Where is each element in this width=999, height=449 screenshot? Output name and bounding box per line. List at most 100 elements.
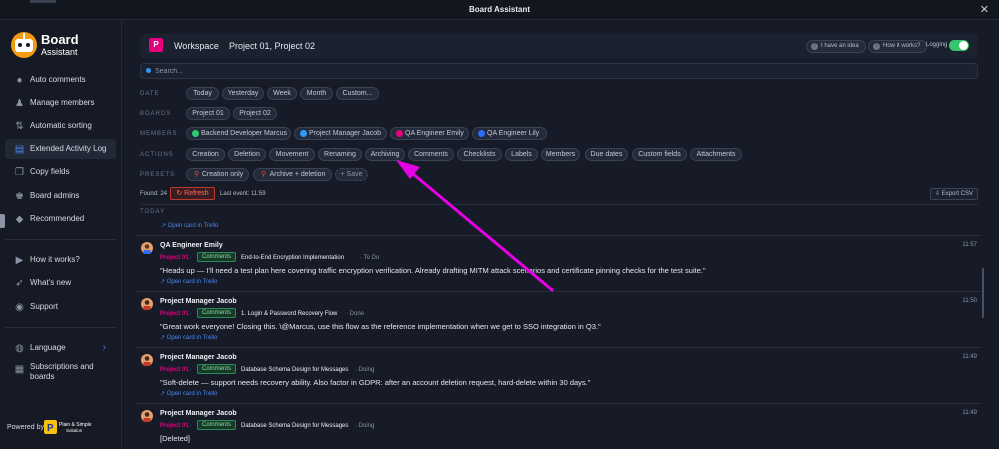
idea-button[interactable]: ! I have an idea [806,40,866,53]
feed-entry: Project Manager Jacob 11:50 Project 01 ·… [136,291,982,347]
main-panel: P Workspace Project 01, Project 02 ! I h… [122,20,999,449]
preset-chip-creation-only[interactable]: ⚲ Creation only [186,168,249,181]
actions-filter-label: ACTIONS [140,152,174,158]
close-icon[interactable]: ✕ [980,3,989,16]
entry-type-badge: Comments [197,308,237,318]
sidebar-item-support[interactable]: ◉ Support [5,297,116,317]
activity-feed: ↗ Open card in Trello QA Engineer Emily … [136,217,982,449]
bulb-icon: ! [811,43,818,50]
action-chip-labels[interactable]: Labels [505,148,538,161]
member-chip-label: QA Engineer Lily [487,130,540,137]
action-chip-renaming[interactable]: Renaming [318,148,362,161]
search-input[interactable] [155,65,955,77]
entry-status-text: Doing [358,423,375,429]
member-chip-marcus[interactable]: Backend Developer Marcus [186,127,291,140]
entry-project: Project 01 [160,423,189,429]
open-card-link[interactable]: ↗ Open card in Trello [160,334,217,341]
how-it-works-button[interactable]: i How it works? [868,40,928,53]
preset-chip-archive-deletion[interactable]: ⚲ Archive + deletion [253,168,332,181]
entry-status-text: Doing [358,367,375,373]
plain-simple-logo-icon: P Plain & Simple Solution [44,420,92,434]
how-it-works-label: How it works? [883,43,921,49]
sidebar-item-label: Manage members [30,98,95,107]
partner-logo-line2: Solution [66,428,83,433]
sidebar-item-label: Support [30,302,59,311]
entry-card-status: · To Do [360,255,380,261]
member-avatar-icon [478,130,485,137]
feed-scrollbar[interactable] [982,268,984,318]
open-card-link[interactable]: ↗ Open card in Trello [160,390,217,397]
entry-card-title: End-to-End Encryption Implementation [241,255,345,261]
admin-user-icon: ♚ [15,191,24,202]
search-status-dot-icon [146,68,151,73]
action-chip-members[interactable]: Members [541,148,580,161]
board-chip-project-02[interactable]: Project 02 [233,107,277,120]
sidebar-item-extended-activity-log[interactable]: ▤ Extended Activity Log [5,139,116,159]
refresh-button[interactable]: ↻ Refresh [170,187,215,200]
date-chip-month[interactable]: Month [300,87,333,100]
presets-filter-label: PRESETS [140,172,176,178]
avatar-icon [141,410,153,422]
separator-dot: · [235,311,237,317]
window-title: Board Assistant [468,5,531,14]
export-csv-button[interactable]: ⇩ Export CSV [930,188,978,200]
search-box [140,63,978,79]
sidebar-divider [5,239,116,240]
sidebar-item-whats-new[interactable]: ➶ What's new [5,273,116,293]
date-chip-week[interactable]: Week [267,87,297,100]
entry-message: [Deleted] [160,434,191,443]
entry-card-status: · Doing [355,367,375,373]
action-chip-custom-fields[interactable]: Custom fields [632,148,687,161]
action-chip-comments[interactable]: Comments [408,148,454,161]
sidebar-item-label: Copy fields [30,167,70,176]
member-chip-emily[interactable]: QA Engineer Emily [390,127,469,140]
date-chip-yesterday[interactable]: Yesterday [222,87,264,100]
support-icon: ◉ [15,302,24,313]
sidebar-resize-handle[interactable] [0,214,5,228]
logging-toggle[interactable] [949,40,969,51]
preset-save-button[interactable]: + Save [335,168,368,181]
date-chip-custom[interactable]: Custom... [336,87,379,100]
board-chip-project-01[interactable]: Project 01 [186,107,230,120]
pin-icon: ⚲ [261,171,267,178]
brand-subname: Assistant [41,47,78,57]
sidebar-item-automatic-sorting[interactable]: ⇅ Automatic sorting [5,116,116,136]
sidebar-item-copy-fields[interactable]: ❐ Copy fields [5,162,116,182]
action-chip-movement[interactable]: Movement [269,148,315,161]
action-chip-deletion[interactable]: Deletion [228,148,266,161]
feed-entry: Project Manager Jacob 11:49 Project 01 ·… [136,347,982,403]
entry-card-title: Database Schema Design for Messages [241,367,349,373]
entry-project: Project 01 [160,367,189,373]
entry-project: Project 01 [160,255,189,261]
open-card-link[interactable]: ↗ Open card in Trello [160,278,217,285]
entry-author: QA Engineer Emily [160,242,223,249]
workspace-header: P Workspace Project 01, Project 02 ! I h… [140,34,978,58]
entry-author: Project Manager Jacob [160,354,237,361]
brand: Board Assistant [9,30,119,60]
separator-dot: · [235,367,237,373]
member-chip-lily[interactable]: QA Engineer Lily [472,127,547,140]
sidebar-item-manage-members[interactable]: ♟ Manage members [5,93,116,113]
divider [140,204,978,205]
action-chip-checklists[interactable]: Checklists [457,148,502,161]
action-chip-archiving[interactable]: Archiving [365,148,405,161]
sidebar-item-recommended[interactable]: ◆ Recommended [5,209,116,229]
date-chip-today[interactable]: Today [186,87,219,100]
sidebar-item-label: Automatic sorting [30,121,92,130]
sidebar-item-language[interactable]: ◍ Language › [5,338,116,358]
action-chip-creation[interactable]: Creation [186,148,225,161]
member-chip-jacob[interactable]: Project Manager Jacob [294,127,387,140]
sidebar-item-how-it-works[interactable]: ▶ How it works? [5,250,116,270]
chat-bubble-icon: ● [16,75,23,86]
entry-status-text: To Do [363,255,380,261]
sidebar-item-board-admins[interactable]: ♚ Board admins [5,186,116,206]
sidebar-item-auto-comments[interactable]: ● Auto comments [5,70,116,90]
sidebar-item-subscriptions[interactable]: ▦ Subscriptions and boards [5,360,116,384]
open-card-link[interactable]: ↗ Open card in Trello [161,222,218,229]
entry-type-badge: Comments [197,420,237,430]
action-chip-due-dates[interactable]: Due dates [585,148,628,161]
entry-card-status: · Done [346,311,365,317]
action-chip-attachments[interactable]: Attachments [690,148,742,161]
member-chip-label: Project Manager Jacob [309,130,381,137]
entry-type-badge: Comments [197,252,237,262]
